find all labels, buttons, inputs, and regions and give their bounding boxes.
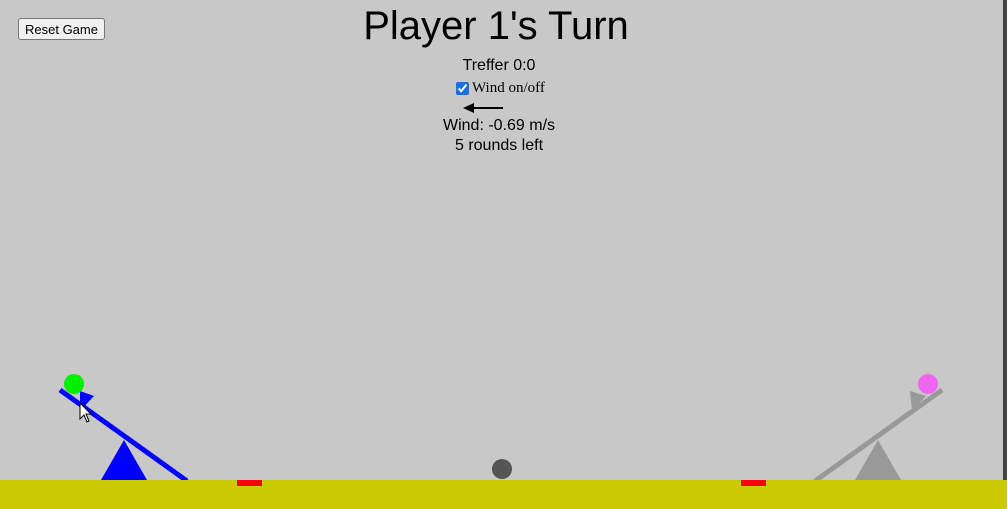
player2-target [741, 480, 766, 486]
player1-target [237, 480, 262, 486]
targets-layer [237, 480, 766, 486]
